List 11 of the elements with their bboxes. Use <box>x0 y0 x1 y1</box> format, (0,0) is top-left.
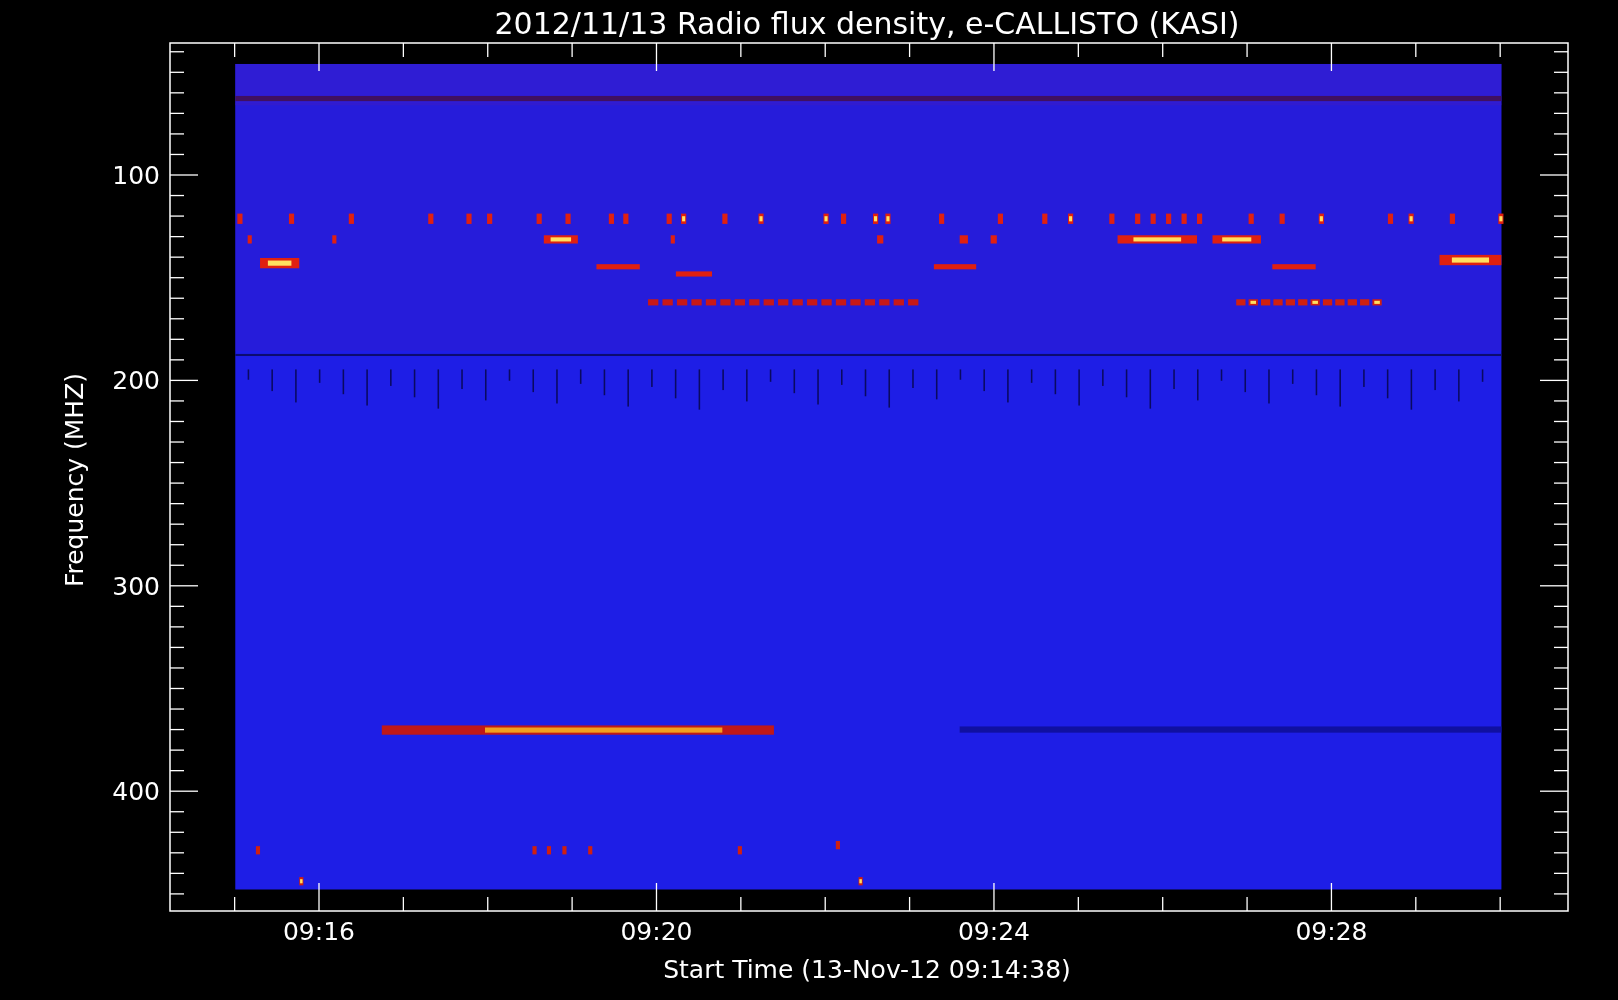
axis-tick-label: 09:20 <box>620 917 693 946</box>
axis-tick-label: 100 <box>112 161 160 190</box>
axis-tick-label: 300 <box>112 571 160 601</box>
x-axis-label: Start Time (13-Nov-12 09:14:38) <box>663 955 1071 984</box>
axis-tick-label: 09:16 <box>283 917 355 946</box>
axis-tick-label: 09:24 <box>957 917 1030 946</box>
axis-tick-label: 200 <box>112 366 160 396</box>
y-axis-label: Frequency (MHZ) <box>60 372 89 588</box>
axis-tick-label: 400 <box>112 777 160 807</box>
axis-tick-label: 09:28 <box>1295 917 1368 946</box>
chart-title: 2012/11/13 Radio flux density, e-CALLISTO (KASI) <box>494 6 1240 41</box>
